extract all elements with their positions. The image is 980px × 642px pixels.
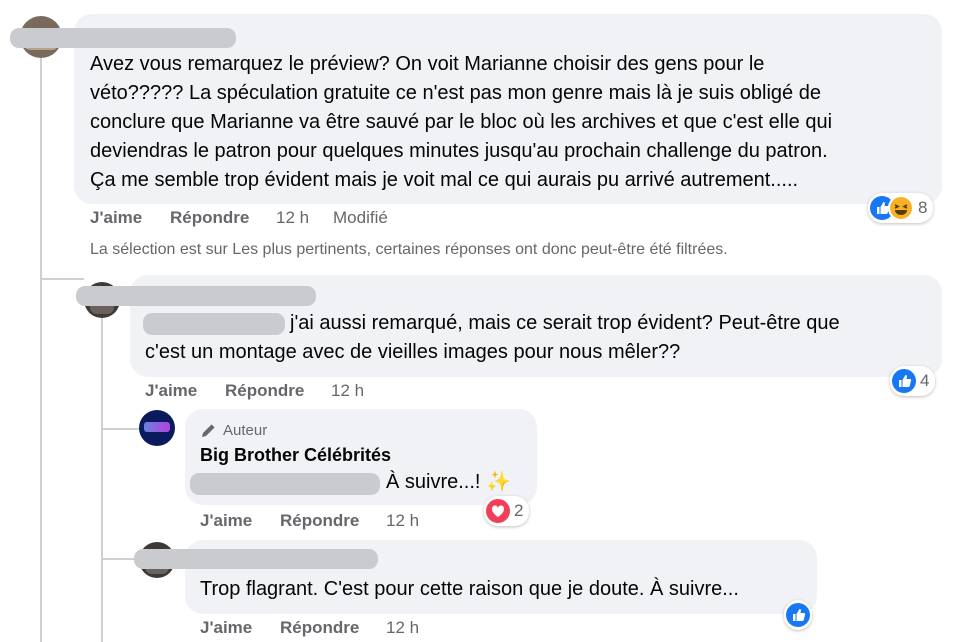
filter-note: La sélection est sur Les plus pertinents… xyxy=(90,241,728,258)
love-reaction-icon xyxy=(486,499,510,523)
pencil-icon xyxy=(200,421,218,439)
thread-line-sub-branch-1 xyxy=(101,428,139,430)
redacted-author-name xyxy=(76,286,316,306)
comment-text-line: deviendras le patron pour quelques minut… xyxy=(90,140,828,162)
reply-text-line: c'est un montage avec de vieilles images… xyxy=(145,341,681,363)
comment-text-line: conclure que Marianne va être sauvé par … xyxy=(90,111,833,133)
author-badge: Auteur xyxy=(200,421,267,439)
page-avatar[interactable] xyxy=(139,410,175,446)
reply-text: À suivre...! ✨ xyxy=(386,471,511,493)
like-button[interactable]: J'aime xyxy=(90,208,142,228)
reaction-count: 8 xyxy=(918,198,928,217)
author-badge-label: Auteur xyxy=(223,421,268,439)
reply-button[interactable]: Répondre xyxy=(225,381,304,401)
redacted-mention xyxy=(143,313,285,335)
comment-text-line: véto????? La spéculation gratuite ce n'e… xyxy=(90,82,821,104)
redacted-author-name xyxy=(134,549,378,569)
redacted-author-name xyxy=(10,28,236,48)
comment-text-line: Ça me semble trop évident mais je voit m… xyxy=(90,169,799,191)
timestamp[interactable]: 12 h xyxy=(276,208,309,228)
thread-line-main xyxy=(40,44,42,642)
like-reaction-icon xyxy=(786,603,810,627)
redacted-mention xyxy=(190,473,380,495)
reply-text: j'ai aussi remarqué, mais ce serait trop… xyxy=(290,309,840,338)
thread-line-branch xyxy=(40,278,84,280)
like-button[interactable]: J'aime xyxy=(200,511,252,531)
reaction-summary[interactable]: 2 xyxy=(484,496,530,526)
timestamp[interactable]: 12 h xyxy=(386,618,419,638)
reply-text: Trop flagrant. C'est pour cette raison q… xyxy=(200,578,739,600)
reply-text-line: j'ai aussi remarqué, mais ce serait trop… xyxy=(290,312,840,334)
reaction-count: 2 xyxy=(514,501,524,520)
like-button[interactable]: J'aime xyxy=(200,618,252,638)
comment-text: Avez vous remarquez le préview? On voit … xyxy=(90,50,930,195)
reaction-count: 4 xyxy=(920,371,930,390)
reaction-summary[interactable]: 4 xyxy=(890,366,936,396)
like-reaction-icon xyxy=(892,369,916,393)
reaction-summary[interactable]: 8 xyxy=(868,193,934,223)
like-button[interactable]: J'aime xyxy=(145,381,197,401)
reaction-summary[interactable] xyxy=(784,600,812,630)
reply-button[interactable]: Répondre xyxy=(170,208,249,228)
reply-button[interactable]: Répondre xyxy=(280,618,359,638)
timestamp[interactable]: 12 h xyxy=(331,381,364,401)
reply-button[interactable]: Répondre xyxy=(280,511,359,531)
reply-text: c'est un montage avec de vieilles images… xyxy=(145,338,680,367)
edited-label[interactable]: Modifié xyxy=(333,208,388,228)
thread-line-sub xyxy=(101,318,103,642)
comment-text-line: Avez vous remarquez le préview? On voit … xyxy=(90,53,765,75)
timestamp[interactable]: 12 h xyxy=(386,511,419,531)
author-name[interactable]: Big Brother Célébrités xyxy=(200,445,391,466)
haha-reaction-icon xyxy=(888,195,914,221)
